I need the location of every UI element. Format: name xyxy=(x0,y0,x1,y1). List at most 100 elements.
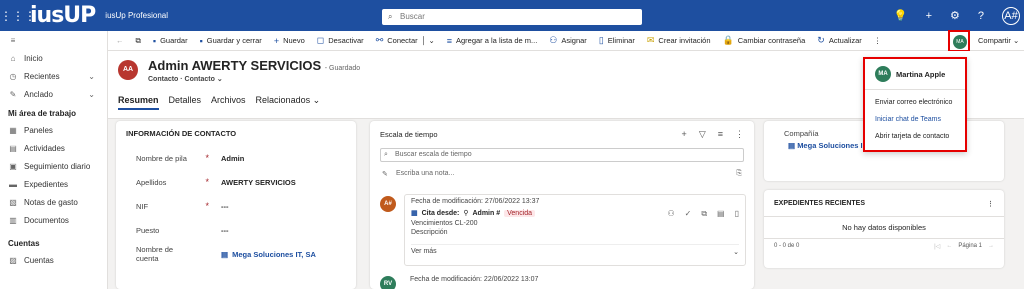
record-entity-type[interactable]: Contacto · Contacto ⌄ xyxy=(148,75,223,83)
logo: iusUP xyxy=(30,3,96,28)
sidebar-item-recientes[interactable]: ◷ Recientes ⌄ xyxy=(0,67,107,85)
help-icon[interactable]: ? xyxy=(978,10,984,22)
list-icon[interactable]: ≡ xyxy=(718,129,723,140)
search-placeholder: Buscar xyxy=(400,12,425,21)
note-input[interactable]: ✎ Escriba una nota... ⎘ xyxy=(380,170,744,178)
app-title[interactable]: iusUp Profesional xyxy=(105,11,168,20)
timeline-entry[interactable]: Fecha de modificación: 27/06/2022 13:37 … xyxy=(404,194,746,266)
sidebar-item-inicio[interactable]: ⌂ Inicio xyxy=(0,49,107,67)
attachment-icon[interactable]: ⎘ xyxy=(736,170,742,178)
trash-icon[interactable]: ▯ xyxy=(735,209,739,219)
top-icons: 💡 + ⚙ ? A# xyxy=(894,0,1024,31)
open-contact-card-item[interactable]: Abrir tarjeta de contacto xyxy=(865,128,965,145)
tab-archivos[interactable]: Archivos xyxy=(211,95,246,110)
deactivate-button[interactable]: ◻ Desactivar xyxy=(317,35,364,46)
calendar-icon: ▦ xyxy=(411,210,418,217)
create-invitation-button[interactable]: ✉ Crear invitación xyxy=(647,35,711,46)
check-icon[interactable]: ✓ xyxy=(685,209,692,219)
field-nif[interactable]: NIF * --- xyxy=(116,194,356,218)
accounts-icon: ▨ xyxy=(9,255,17,265)
assign-button[interactable]: ⚇ Asignar xyxy=(549,35,587,46)
filter-icon[interactable]: ▽ xyxy=(699,129,706,140)
field-value[interactable]: AWERTY SERVICIOS xyxy=(221,178,296,187)
sidebar-menu-toggle[interactable]: ≡ xyxy=(0,31,107,49)
more-icon[interactable]: ⋮ xyxy=(735,129,744,140)
share-avatar[interactable]: MA xyxy=(953,35,967,49)
field-value[interactable]: --- xyxy=(221,202,229,211)
refresh-button[interactable]: ↻ Actualizar xyxy=(817,35,861,46)
sidebar-item-label: Notas de gasto xyxy=(24,197,78,207)
account-icon: ▤ xyxy=(788,141,796,150)
record-title: Admin AWERTY SERVICIOS - Guardado xyxy=(148,58,360,73)
tab-resumen[interactable]: Resumen xyxy=(118,95,159,110)
open-icon[interactable]: ▤ xyxy=(717,209,725,219)
add-to-list-button[interactable]: ≡ Agregar a la lista de m... xyxy=(447,36,538,46)
pin-icon: ✎ xyxy=(9,89,17,99)
timeline-entry[interactable]: Fecha de modificación: 22/06/2022 13:07 xyxy=(404,276,746,289)
field-puesto[interactable]: Puesto --- xyxy=(116,218,356,242)
global-search-input[interactable]: ⌕ Buscar xyxy=(382,9,642,25)
more-icon[interactable]: ⋮ xyxy=(987,200,994,208)
gear-icon[interactable]: ⚙ xyxy=(950,9,960,22)
plus-icon[interactable]: + xyxy=(926,10,932,22)
see-more-link[interactable]: Ver más xyxy=(411,248,437,256)
save-close-label: Guardar y cerrar xyxy=(206,36,262,45)
entry-date: Fecha de modificación: 27/06/2022 13:37 xyxy=(411,198,540,205)
account-link-label: Mega Soluciones IT, SA xyxy=(232,249,316,259)
sidebar-item-actividades[interactable]: ▤ Actividades xyxy=(0,139,107,157)
timeline-search-input[interactable]: ⌕ Buscar escala de tiempo xyxy=(380,148,744,162)
copy-icon[interactable]: ⧉ xyxy=(701,209,707,219)
next-page-icon[interactable]: → xyxy=(988,243,994,250)
assign-label: Asignar xyxy=(561,36,587,45)
entry-actions: ⚇ ✓ ⧉ ▤ ▯ xyxy=(667,209,739,219)
field-cuenta[interactable]: Nombre de cuenta ▤ Mega Soluciones IT, SA xyxy=(116,242,356,266)
field-value[interactable]: Admin xyxy=(221,154,244,163)
sidebar-item-seguimiento[interactable]: ▣ Seguimiento diario xyxy=(0,157,107,175)
sidebar-item-anclado[interactable]: ✎ Anclado ⌄ xyxy=(0,85,107,103)
sidebar-item-notas[interactable]: ▧ Notas de gasto xyxy=(0,193,107,211)
status-badge: Vencida xyxy=(504,209,536,217)
sidebar-item-expedientes[interactable]: ▬ Expedientes xyxy=(0,175,107,193)
tab-detalles[interactable]: Detalles xyxy=(169,95,202,110)
first-page-icon[interactable]: |◁ xyxy=(934,243,940,250)
expense-icon: ▧ xyxy=(9,197,17,207)
field-apellidos[interactable]: Apellidos * AWERTY SERVICIOS xyxy=(116,170,356,194)
field-value[interactable]: --- xyxy=(221,226,229,235)
save-button[interactable]: ▪ Guardar xyxy=(153,36,188,46)
field-nombre[interactable]: Nombre de pila * Admin xyxy=(116,146,356,170)
user-avatar[interactable]: A# xyxy=(1002,6,1020,25)
plus-icon[interactable]: + xyxy=(682,129,687,140)
start-teams-chat-item[interactable]: Iniciar chat de Teams xyxy=(865,111,965,128)
new-button[interactable]: + Nuevo xyxy=(274,36,305,46)
delete-button[interactable]: ▯ Eliminar xyxy=(599,35,635,46)
popout-icon[interactable]: ⧉ xyxy=(136,36,141,46)
pencil-icon: ✎ xyxy=(382,171,388,178)
record-count: 0 - 0 de 0 xyxy=(774,243,800,249)
assign-icon[interactable]: ⚇ xyxy=(667,209,674,219)
back-button[interactable]: ← xyxy=(116,36,124,45)
invite-icon: ✉ xyxy=(646,35,655,45)
more-commands-icon[interactable]: ⋮ xyxy=(874,36,882,45)
chevron-down-icon[interactable]: │ ⌄ xyxy=(422,36,435,45)
account-link[interactable]: ▤ Mega Soluciones IT, SA xyxy=(221,250,316,259)
waffle-icon[interactable]: ⋮⋮⋮ xyxy=(0,9,36,23)
share-avatar-highlight[interactable]: MA xyxy=(948,30,970,52)
field-label: NIF xyxy=(136,201,149,211)
connect-icon: ⚯ xyxy=(375,35,384,45)
sidebar-item-cuentas[interactable]: ▨ Cuentas xyxy=(0,251,107,269)
field-label: Apellidos xyxy=(136,177,167,187)
prev-page-icon[interactable]: ← xyxy=(946,243,952,250)
tab-relacionados[interactable]: Relacionados ⌄ xyxy=(256,95,321,110)
chevron-down-icon[interactable]: ⌄ xyxy=(733,248,739,256)
recent-cases-header: EXPEDIENTES RECIENTES ⋮ xyxy=(764,190,1004,216)
send-email-item[interactable]: Enviar correo electrónico xyxy=(865,94,965,111)
sidebar-item-documentos[interactable]: ▥ Documentos xyxy=(0,211,107,229)
lightbulb-icon[interactable]: 💡 xyxy=(894,9,908,22)
clock-icon: ◷ xyxy=(9,71,17,81)
entry-owner[interactable]: Admin # xyxy=(473,210,501,217)
connect-button[interactable]: ⚯ Conectar │ ⌄ xyxy=(376,35,435,46)
save-close-button[interactable]: ▪ Guardar y cerrar xyxy=(200,36,262,46)
share-button[interactable]: Compartir ⌄ xyxy=(978,36,1019,45)
sidebar-item-paneles[interactable]: ▦ Paneles xyxy=(0,121,107,139)
change-password-button[interactable]: 🔒 Cambiar contraseña xyxy=(723,35,806,46)
